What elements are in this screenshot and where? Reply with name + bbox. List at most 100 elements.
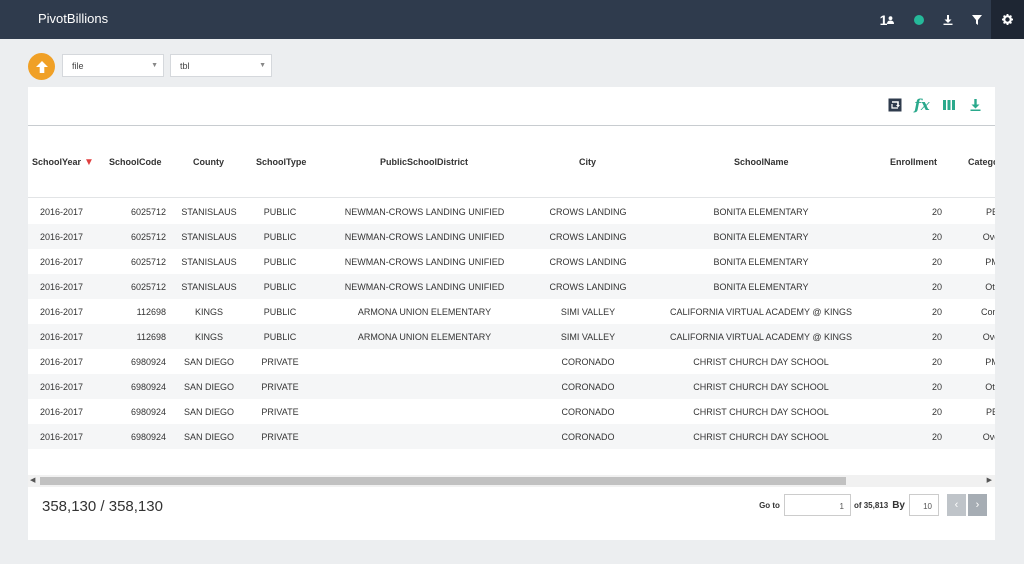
formula-button[interactable]: fx xyxy=(913,96,931,114)
column-header-category[interactable]: Catego xyxy=(968,157,995,167)
cell-schoolname: CHRIST CHURCH DAY SCHOOL xyxy=(693,432,829,442)
table-row[interactable]: 2016-2017 6025712 STANISLAUS PUBLIC NEWMAN-C… xyxy=(28,199,995,224)
cell-schooltype: PUBLIC xyxy=(263,307,297,317)
filter-button[interactable] xyxy=(962,0,991,39)
cell-city: CROWS LANDING xyxy=(549,257,627,267)
cell-schoolcode: 112698 xyxy=(136,332,166,342)
cell-schooltype: PRIVATE xyxy=(261,357,299,367)
cell-schoolname: CHRIST CHURCH DAY SCHOOL xyxy=(693,382,829,392)
prev-page-button[interactable]: ‹ xyxy=(947,494,966,516)
download-button[interactable] xyxy=(933,0,962,39)
cell-category: Overd xyxy=(982,232,995,242)
table-select[interactable]: tbl ▼ xyxy=(170,54,272,77)
cell-schoolyear: 2016-2017 xyxy=(40,357,84,367)
cell-county: STANISLAUS xyxy=(181,207,237,217)
table-row[interactable]: 2016-2017 6980924 SAN DIEGO PRIVATE CORONADO… xyxy=(28,349,995,374)
cell-schoolyear: 2016-2017 xyxy=(40,207,84,217)
download-icon xyxy=(943,14,952,25)
cell-schoolyear: 2016-2017 xyxy=(40,307,84,317)
column-label: SchoolYear xyxy=(32,157,82,167)
table-row[interactable]: 2016-2017 6980924 SAN DIEGO PRIVATE CORONADO… xyxy=(28,374,995,399)
cell-schoolname: BONITA ELEMENTARY xyxy=(713,257,809,267)
cell-district: NEWMAN-CROWS LANDING UNIFIED xyxy=(344,257,505,267)
upload-button[interactable] xyxy=(28,53,55,80)
column-header-publicschooldistrict[interactable]: PublicSchoolDistrict xyxy=(380,157,468,167)
cell-schoolname: CHRIST CHURCH DAY SCHOOL xyxy=(693,407,829,417)
scrollbar-thumb[interactable] xyxy=(40,477,846,485)
download-icon xyxy=(970,99,980,111)
app-brand[interactable]: PivotBillions xyxy=(38,11,108,26)
next-page-button[interactable]: › xyxy=(968,494,987,516)
cell-district: ARMONA UNION ELEMENTARY xyxy=(357,307,492,317)
pagination: Go to 1 of 35,813 By 10 ‹ › xyxy=(759,494,987,516)
page-input[interactable]: 1 xyxy=(783,494,851,516)
user-count-button[interactable]: 1 xyxy=(870,0,904,39)
table-row[interactable]: 2016-2017 6980924 SAN DIEGO PRIVATE CORONADO… xyxy=(28,424,995,449)
user-icon xyxy=(887,15,895,24)
cell-enrollment: 20 xyxy=(931,407,942,417)
column-header-schoolcode[interactable]: SchoolCode xyxy=(109,157,162,167)
cell-category: PME xyxy=(985,257,995,267)
page-size-input[interactable]: 10 xyxy=(909,494,939,516)
table-row[interactable]: 2016-2017 6025712 STANISLAUS PUBLIC NEWMAN-C… xyxy=(28,224,995,249)
cell-enrollment: 20 xyxy=(931,332,942,342)
cell-schoolyear: 2016-2017 xyxy=(40,407,84,417)
table-row[interactable]: 2016-2017 6025712 STANISLAUS PUBLIC NEWMAN-C… xyxy=(28,274,995,299)
cell-schoolname: BONITA ELEMENTARY xyxy=(713,207,809,217)
column-header-county[interactable]: County xyxy=(193,157,224,167)
cell-category: PME xyxy=(985,357,995,367)
cell-schoolcode: 6980924 xyxy=(130,407,166,417)
status-button[interactable] xyxy=(904,0,933,39)
divider xyxy=(28,125,995,126)
top-navbar: PivotBillions 1 xyxy=(0,0,1024,39)
cell-district: ARMONA UNION ELEMENTARY xyxy=(357,332,492,342)
scroll-left-icon[interactable]: ◀ xyxy=(30,476,35,484)
table-row[interactable]: 2016-2017 6980924 SAN DIEGO PRIVATE CORONADO… xyxy=(28,399,995,424)
cell-county: SAN DIEGO xyxy=(183,357,234,367)
cell-schoolyear: 2016-2017 xyxy=(40,332,84,342)
cell-schoolname: CALIFORNIA VIRTUAL ACADEMY @ KINGS xyxy=(669,332,853,342)
cell-category: Othe xyxy=(985,282,995,292)
horizontal-scrollbar[interactable]: ◀ ▶ xyxy=(28,475,995,487)
scroll-right-icon[interactable]: ▶ xyxy=(987,476,992,484)
cell-category: PBE xyxy=(985,207,995,217)
grid-header: SchoolYear ▼ SchoolCode County SchoolType… xyxy=(28,127,995,198)
cell-county: STANISLAUS xyxy=(181,282,237,292)
cell-enrollment: 20 xyxy=(931,257,942,267)
cell-enrollment: 20 xyxy=(931,232,942,242)
cell-category: Othe xyxy=(985,382,995,392)
file-select[interactable]: file ▼ xyxy=(62,54,164,77)
cell-enrollment: 20 xyxy=(931,207,942,217)
column-header-schooltype[interactable]: SchoolType xyxy=(256,157,306,167)
cell-schoolcode: 6025712 xyxy=(130,282,166,292)
table-row[interactable]: 2016-2017 6025712 STANISLAUS PUBLIC NEWMAN-C… xyxy=(28,249,995,274)
cell-category: PBE xyxy=(985,407,995,417)
cell-schoolyear: 2016-2017 xyxy=(40,432,84,442)
column-header-schoolyear[interactable]: SchoolYear ▼ xyxy=(32,157,94,168)
settings-button[interactable] xyxy=(991,0,1024,39)
cell-schooltype: PUBLIC xyxy=(263,207,297,217)
cell-schoolyear: 2016-2017 xyxy=(40,282,84,292)
column-header-enrollment[interactable]: Enrollment xyxy=(890,157,937,167)
page-total: of 35,813 xyxy=(853,500,889,510)
column-header-city[interactable]: City xyxy=(579,157,596,167)
cell-schooltype: PRIVATE xyxy=(261,432,299,442)
cell-city: CROWS LANDING xyxy=(549,282,627,292)
cell-category: Overd xyxy=(982,332,995,342)
cell-schoolname: BONITA ELEMENTARY xyxy=(713,282,809,292)
table-row[interactable]: 2016-2017 112698 KINGS PUBLIC ARMONA UNION E… xyxy=(28,324,995,349)
cell-city: CROWS LANDING xyxy=(549,232,627,242)
data-grid: SchoolYear ▼ SchoolCode County SchoolType… xyxy=(28,127,995,472)
table-row[interactable]: 2016-2017 112698 KINGS PUBLIC ARMONA UNION E… xyxy=(28,299,995,324)
columns-icon xyxy=(943,100,955,110)
filter-icon xyxy=(971,14,982,25)
refresh-button[interactable] xyxy=(887,97,903,113)
cell-county: KINGS xyxy=(194,332,223,342)
row-count: 358,130 / 358,130 xyxy=(42,498,163,515)
export-button[interactable] xyxy=(967,97,983,113)
cell-city: CORONADO xyxy=(561,382,615,392)
column-header-schoolname[interactable]: SchoolName xyxy=(734,157,789,167)
status-dot-icon xyxy=(913,14,924,25)
columns-button[interactable] xyxy=(941,97,957,113)
cell-city: CROWS LANDING xyxy=(549,207,627,217)
